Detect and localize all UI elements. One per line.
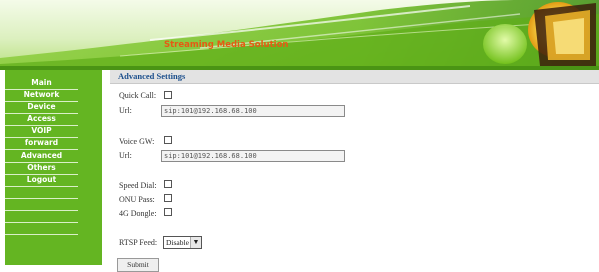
4g-dongle-label: 4G Dongle: [119, 209, 157, 218]
4g-dongle-checkbox[interactable] [164, 208, 172, 216]
rtsp-feed-selected-value: Disable [166, 238, 189, 247]
sidebar-item-main[interactable]: Main [5, 77, 78, 89]
voice-gw-checkbox[interactable] [164, 136, 172, 144]
main-content: Advanced Settings Quick Call: Url: Voice… [110, 70, 599, 272]
voice-gw-url-input[interactable] [161, 150, 345, 162]
title-bar: Advanced Settings [110, 70, 599, 83]
sidebar-item-voip[interactable]: VOIP [5, 125, 78, 137]
onu-pass-label: ONU Pass: [119, 195, 155, 204]
sidebar-divider [5, 222, 78, 223]
submit-button[interactable]: Submit [117, 258, 159, 272]
title-divider [110, 83, 599, 84]
quick-call-url-label: Url: [119, 106, 132, 115]
speed-dial-checkbox[interactable] [164, 180, 172, 188]
quick-call-label: Quick Call: [119, 91, 157, 100]
sidebar-item-network[interactable]: Network [5, 89, 78, 101]
sidebar-divider [5, 186, 78, 187]
sidebar-item-logout[interactable]: Logout [5, 174, 78, 186]
onu-pass-checkbox[interactable] [164, 194, 172, 202]
rtsp-feed-label: RTSP Feed: [119, 238, 158, 247]
banner-title: Streaming Media Solution [164, 40, 289, 50]
quick-call-url-input[interactable] [161, 105, 345, 117]
sidebar-divider [5, 234, 78, 235]
sidebar-item-access[interactable]: Access [5, 113, 78, 125]
sidebar-divider [5, 210, 78, 211]
chevron-down-icon[interactable]: ▼ [190, 237, 201, 248]
quick-call-checkbox[interactable] [164, 91, 172, 99]
sidebar-divider [5, 198, 78, 199]
sidebar: Main Network Device Access VOIP forward … [5, 70, 102, 265]
rtsp-feed-select[interactable]: Disable ▼ [163, 236, 202, 249]
voice-gw-label: Voice GW: [119, 137, 155, 146]
speed-dial-label: Speed Dial: [119, 181, 157, 190]
sidebar-item-forward[interactable]: forward [5, 137, 78, 149]
sidebar-item-advanced[interactable]: Advanced [5, 150, 78, 162]
sidebar-item-device[interactable]: Device [5, 101, 78, 113]
voice-gw-url-label: Url: [119, 151, 132, 160]
banner-graphic [0, 0, 599, 70]
sidebar-item-others[interactable]: Others [5, 162, 78, 174]
page-title: Advanced Settings [118, 71, 186, 81]
header-banner: Streaming Media Solution [0, 0, 599, 70]
